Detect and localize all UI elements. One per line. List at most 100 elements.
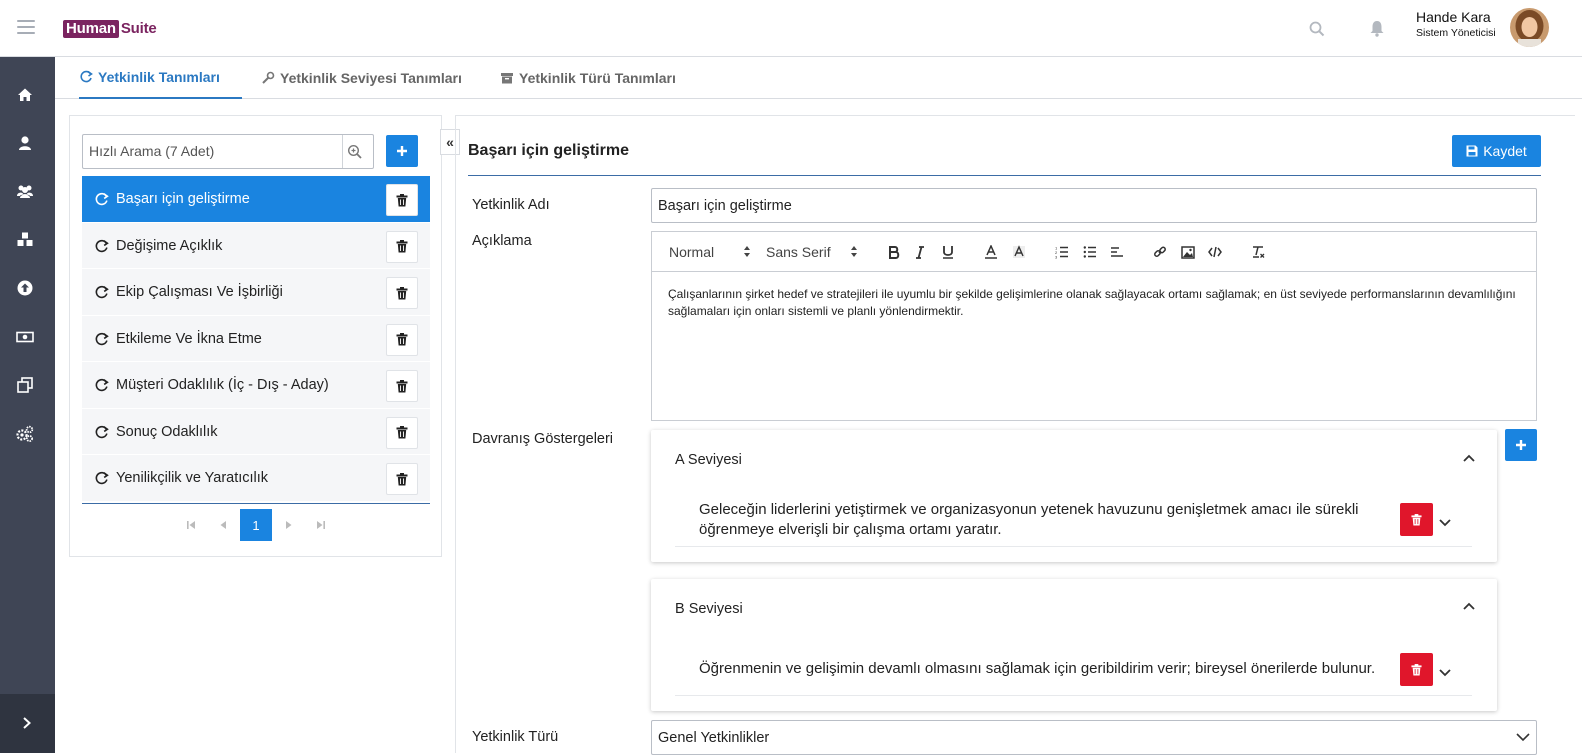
- refresh-icon: [94, 332, 109, 347]
- search-icon[interactable]: [1309, 21, 1325, 37]
- italic-icon[interactable]: [911, 243, 929, 261]
- app-logo[interactable]: Human Suite: [63, 20, 157, 38]
- tab-bar: Yetkinlik Tanımları Yetkinlik Seviyesi T…: [55, 57, 1582, 99]
- delete-button[interactable]: [386, 463, 418, 495]
- chevron-down-icon[interactable]: [1437, 514, 1453, 530]
- ordered-list-icon[interactable]: 123: [1053, 243, 1071, 261]
- delete-button[interactable]: [386, 416, 418, 449]
- delete-button[interactable]: [386, 323, 418, 356]
- competency-name-field[interactable]: Başarı için geliştirme: [651, 188, 1537, 223]
- background-color-icon[interactable]: [1010, 243, 1028, 261]
- list-item[interactable]: Yenilikçilik ve Yaratıcılık: [82, 455, 430, 502]
- form-title: Başarı için geliştirme: [468, 142, 629, 159]
- level-card-a: A Seviyesi Geleceğin liderlerini yetişti…: [651, 430, 1497, 562]
- tab-yetkinlik-turu-tanimlari[interactable]: Yetkinlik Türü Tanımları: [500, 57, 676, 99]
- format-select[interactable]: Normal: [669, 244, 753, 260]
- tab-yetkinlik-tanimlari[interactable]: Yetkinlik Tanımları: [79, 57, 242, 99]
- trash-icon: [1411, 513, 1422, 525]
- competency-list-panel: Başarı için geliştirme Değişime Açıklık …: [69, 115, 442, 557]
- search-input[interactable]: [89, 143, 339, 159]
- user-icon[interactable]: [15, 133, 35, 153]
- refresh-icon: [94, 192, 109, 207]
- quick-search-field[interactable]: [82, 134, 374, 169]
- home-icon[interactable]: [15, 85, 35, 105]
- align-icon[interactable]: [1108, 243, 1126, 261]
- save-button[interactable]: Kaydet: [1452, 135, 1541, 167]
- last-page-icon[interactable]: [305, 509, 337, 541]
- tab-yetkinlik-seviyesi-tanimlari[interactable]: Yetkinlik Seviyesi Tanımları: [261, 57, 462, 99]
- level-title: B Seviyesi: [675, 601, 743, 617]
- cubes-icon[interactable]: [15, 230, 35, 250]
- list-item[interactable]: Sonuç Odaklılık: [82, 408, 430, 455]
- name-label: Yetkinlik Adı: [472, 197, 550, 213]
- add-behavior-button[interactable]: [1505, 429, 1537, 461]
- sidebar: [0, 57, 55, 753]
- chevron-up-icon[interactable]: [1461, 451, 1477, 467]
- list-item-label: Ekip Çalışması Ve İşbirliği: [116, 284, 283, 300]
- refresh-icon: [94, 239, 109, 254]
- list-item[interactable]: Başarı için geliştirme: [82, 176, 430, 223]
- title-divider: [468, 175, 1541, 176]
- tab-label: Yetkinlik Seviyesi Tanımları: [280, 70, 462, 86]
- add-competency-button[interactable]: [386, 135, 418, 167]
- delete-behavior-button[interactable]: [1400, 503, 1433, 536]
- user-name[interactable]: Hande Kara: [1416, 9, 1491, 25]
- trash-icon: [396, 193, 408, 206]
- bullet-list-icon[interactable]: [1081, 243, 1099, 261]
- delete-behavior-button[interactable]: [1400, 653, 1433, 686]
- level-behavior-text: Öğrenmenin ve gelişimin devamlı olmasını…: [699, 660, 1376, 677]
- trash-icon: [396, 286, 408, 299]
- competency-type-select[interactable]: Genel Yetkinlikler: [651, 720, 1537, 755]
- level-behavior-text: Geleceğin liderlerini yetiştirmek ve org…: [699, 501, 1359, 538]
- list-item-label: Sonuç Odaklılık: [116, 423, 218, 440]
- users-icon[interactable]: [15, 181, 35, 201]
- list-item[interactable]: Etkileme Ve İkna Etme: [82, 315, 430, 362]
- list-item-label: Etkileme Ve İkna Etme: [116, 330, 262, 347]
- list-item[interactable]: Müşteri Odaklılık (İç - Dış - Aday): [82, 362, 430, 409]
- font-select[interactable]: Sans Serif: [766, 244, 864, 260]
- first-page-icon[interactable]: [175, 509, 207, 541]
- clone-icon[interactable]: [15, 375, 35, 395]
- sort-icon: [851, 246, 857, 257]
- sidebar-expand-button[interactable]: [0, 694, 55, 753]
- editor-content[interactable]: Çalışanlarının şirket hedef ve stratejil…: [668, 286, 1518, 320]
- competency-list: Başarı için geliştirme Değişime Açıklık …: [82, 176, 430, 502]
- description-label: Açıklama: [472, 233, 532, 249]
- level-title: A Seviyesi: [675, 452, 742, 468]
- bell-icon[interactable]: [1369, 20, 1385, 37]
- list-item[interactable]: Ekip Çalışması Ve İşbirliği: [82, 269, 430, 316]
- hamburger-menu-icon[interactable]: [17, 20, 35, 34]
- description-editor[interactable]: Normal Sans Serif 123 Çalışanlarının şir…: [651, 231, 1537, 421]
- upload-icon[interactable]: [15, 278, 35, 298]
- bold-icon[interactable]: [885, 243, 903, 261]
- money-icon[interactable]: [15, 327, 35, 347]
- refresh-icon: [94, 285, 109, 300]
- code-icon[interactable]: [1206, 243, 1224, 261]
- list-item[interactable]: Değişime Açıklık: [82, 222, 430, 269]
- logo-human: Human: [63, 20, 119, 38]
- underline-icon[interactable]: [939, 243, 957, 261]
- delete-button[interactable]: [386, 230, 418, 263]
- image-icon[interactable]: [1179, 243, 1197, 261]
- level-card-b: B Seviyesi Öğrenmenin ve gelişimin devam…: [651, 579, 1497, 711]
- list-item-label: Yenilikçilik ve Yaratıcılık: [116, 470, 269, 486]
- page-number[interactable]: 1: [240, 509, 272, 541]
- refresh-icon: [94, 471, 109, 486]
- next-page-icon[interactable]: [273, 509, 305, 541]
- cogs-icon[interactable]: [15, 424, 35, 444]
- chevron-down-icon[interactable]: [1437, 664, 1453, 680]
- top-bar: Human Suite Hande Kara Sistem Yöneticisi: [0, 0, 1582, 57]
- list-divider: [82, 503, 430, 504]
- text-color-icon[interactable]: [982, 243, 1000, 261]
- prev-page-icon[interactable]: [207, 509, 239, 541]
- avatar[interactable]: [1510, 8, 1549, 47]
- delete-button[interactable]: [386, 277, 418, 309]
- zoom-search-icon[interactable]: [347, 144, 363, 160]
- delete-button[interactable]: [386, 370, 418, 402]
- list-item-label: Başarı için geliştirme: [116, 191, 250, 207]
- link-icon[interactable]: [1151, 243, 1169, 261]
- list-item-label: Müşteri Odaklılık (İç - Dış - Aday): [116, 377, 329, 393]
- chevron-up-icon[interactable]: [1461, 599, 1477, 615]
- delete-button[interactable]: [386, 184, 418, 216]
- clear-format-icon[interactable]: [1249, 243, 1267, 261]
